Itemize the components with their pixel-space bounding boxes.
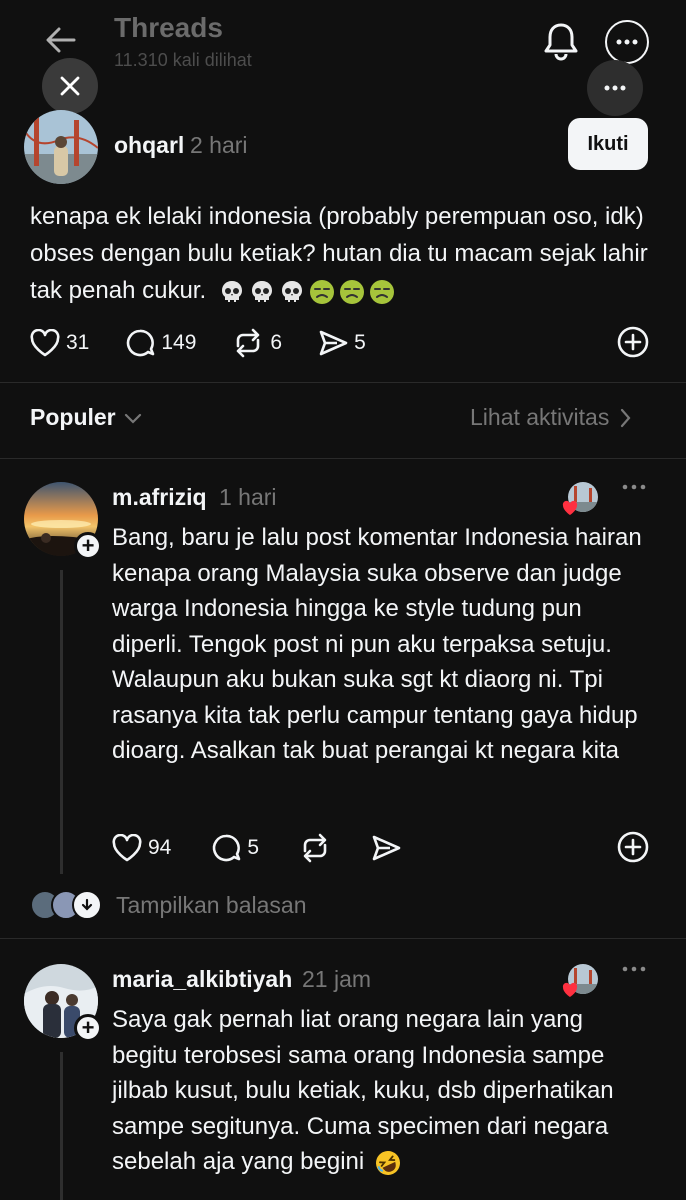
nauseated-face-emoji-icon — [369, 279, 394, 304]
post-actions: 31 149 6 5 — [30, 322, 650, 364]
activity-label: Lihat aktivitas — [470, 404, 610, 430]
post-body: kenapa ek lelaki indonesia (probably per… — [30, 198, 660, 309]
divider — [0, 938, 686, 939]
page-title: Threads — [114, 12, 223, 43]
expand-down-icon — [72, 890, 102, 920]
heart-filled-icon — [562, 982, 578, 997]
bell-icon[interactable] — [537, 18, 585, 64]
repost-icon — [303, 833, 327, 863]
post-time: 2 hari — [190, 132, 248, 158]
sort-label: Populer — [30, 404, 116, 430]
like-count: 31 — [66, 331, 90, 354]
send-icon — [319, 330, 348, 356]
heart-icon — [30, 329, 60, 357]
nauseated-face-emoji-icon — [339, 279, 364, 304]
author-avatar[interactable] — [24, 110, 98, 184]
comment-button[interactable]: 5 — [211, 833, 259, 863]
reply-body: Saya gak pernah liat orang negara lain y… — [112, 1002, 652, 1180]
add-square-icon — [617, 831, 649, 863]
reply-more-icon[interactable] — [622, 966, 646, 972]
heart-icon — [112, 834, 142, 862]
view-activity-link[interactable]: Lihat aktivitas — [470, 404, 631, 431]
thread-line — [60, 570, 63, 874]
overlay-more-icon[interactable] — [587, 60, 643, 116]
like-button[interactable]: 94 — [112, 834, 171, 862]
skull-emoji-icon — [251, 280, 272, 302]
reply-more-icon[interactable] — [622, 484, 646, 490]
reply-author[interactable]: m.afriziq — [112, 484, 207, 511]
reply-text: Saya gak pernah liat orang negara lain y… — [112, 1006, 614, 1175]
reply-actions: 94 5 — [112, 828, 652, 868]
skull-emoji-icon — [221, 280, 242, 302]
add-square-icon — [617, 326, 649, 358]
repost-button[interactable]: 6 — [232, 328, 282, 358]
share-button[interactable] — [371, 834, 401, 862]
comment-button[interactable]: 149 — [125, 328, 196, 358]
comment-icon — [213, 834, 241, 862]
back-arrow-icon[interactable] — [38, 20, 84, 60]
rofl-emoji-icon — [375, 1150, 400, 1175]
reply-time: 21 jam — [302, 966, 372, 992]
follow-plus-icon[interactable]: + — [74, 532, 102, 560]
heart-filled-icon — [562, 500, 578, 515]
like-count: 94 — [148, 836, 172, 859]
close-icon[interactable] — [42, 58, 98, 114]
reply-avatar-stack — [30, 890, 102, 920]
follow-plus-icon[interactable]: + — [74, 1014, 102, 1042]
repost-button[interactable] — [299, 833, 331, 863]
send-icon — [372, 835, 401, 861]
quote-add-button[interactable] — [616, 830, 650, 864]
comment-icon — [127, 329, 155, 357]
chevron-down-icon — [124, 413, 141, 424]
show-replies-label: Tampilkan balasan — [116, 891, 307, 918]
view-count: 11.310 kali dilihat — [114, 50, 252, 70]
reply-text: Bang, baru je lalu post komentar Indones… — [112, 524, 642, 764]
follow-button[interactable]: Ikuti — [568, 118, 648, 170]
sort-dropdown[interactable]: Populer — [30, 404, 142, 431]
comment-count: 5 — [247, 836, 260, 859]
reply-time: 1 hari — [219, 484, 277, 510]
quote-add-button[interactable] — [616, 325, 650, 359]
share-button[interactable]: 5 — [318, 329, 366, 357]
show-replies-button[interactable]: Tampilkan balasan — [30, 890, 307, 920]
divider — [0, 458, 686, 459]
thread-line — [60, 1052, 63, 1200]
comment-count: 149 — [161, 331, 197, 354]
skull-emoji-icon — [281, 280, 302, 302]
nauseated-face-emoji-icon — [309, 279, 334, 304]
repost-icon — [237, 328, 260, 358]
share-count: 5 — [354, 331, 366, 354]
reply-author[interactable]: maria_alkibtiyah — [112, 966, 292, 993]
more-options-icon[interactable] — [605, 20, 649, 64]
divider — [0, 382, 686, 383]
like-button[interactable]: 31 — [30, 329, 89, 357]
repost-count: 6 — [270, 331, 283, 354]
post-author[interactable]: ohqarl — [114, 132, 184, 159]
chevron-right-icon — [621, 408, 631, 427]
